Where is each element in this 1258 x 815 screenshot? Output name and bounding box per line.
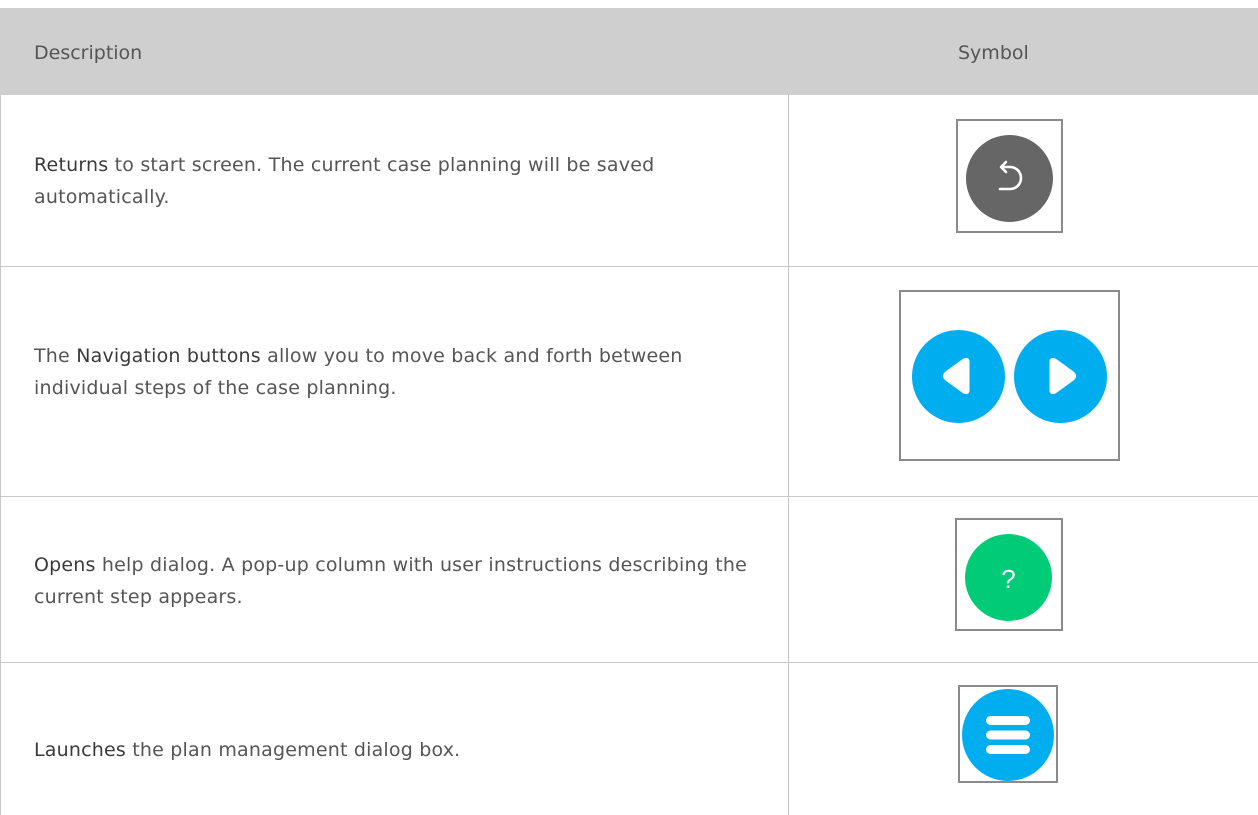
row-return-description: Returns to start screen. The current cas… <box>34 149 754 213</box>
symbol-table: Description Symbol Returns to start scre… <box>0 8 1258 815</box>
return-arrow-glyph <box>998 160 1023 191</box>
forward-triangle-glyph <box>1049 357 1076 395</box>
table-left-border <box>0 95 1 815</box>
plan-management-symbol-box <box>958 685 1058 783</box>
header-symbol: Symbol <box>958 42 1029 64</box>
question-mark-text: ? <box>1001 564 1015 594</box>
return-icon[interactable] <box>966 135 1053 222</box>
row-divider-1 <box>0 266 1258 267</box>
row-navigation-description: The Navigation buttons allow you to move… <box>34 340 754 404</box>
row-return-text: to start screen. The current case planni… <box>34 154 655 208</box>
menu-lines-glyph <box>986 716 1030 754</box>
return-symbol-box <box>956 119 1063 233</box>
menu-icon[interactable] <box>962 689 1054 781</box>
keyword-opens: Opens <box>34 554 96 576</box>
help-symbol-box: ? <box>955 518 1063 631</box>
row-plan-management-description: Launches the plan management dialog box. <box>34 734 754 766</box>
keyword-navigation-buttons: Navigation buttons <box>76 345 261 367</box>
forward-arrow-icon[interactable] <box>1014 330 1107 423</box>
row-help-description: Opens help dialog. A pop-up column with … <box>34 549 754 613</box>
keyword-launches: Launches <box>34 739 126 761</box>
row-plan-management-text: the plan management dialog box. <box>126 739 461 761</box>
column-divider <box>788 95 789 815</box>
navigation-symbol-box <box>899 290 1120 461</box>
table-header: Description Symbol <box>0 8 1258 95</box>
question-mark-glyph: ? <box>1001 564 1015 594</box>
row-help-text: help dialog. A pop-up column with user i… <box>34 554 747 608</box>
row-divider-3 <box>0 662 1258 663</box>
header-description: Description <box>34 42 143 64</box>
keyword-returns: Returns <box>34 154 109 176</box>
row-divider-2 <box>0 496 1258 497</box>
back-triangle-glyph <box>943 357 970 395</box>
row-navigation-prefix: The <box>34 345 77 367</box>
back-arrow-icon[interactable] <box>912 330 1005 423</box>
help-icon[interactable]: ? <box>965 534 1052 621</box>
